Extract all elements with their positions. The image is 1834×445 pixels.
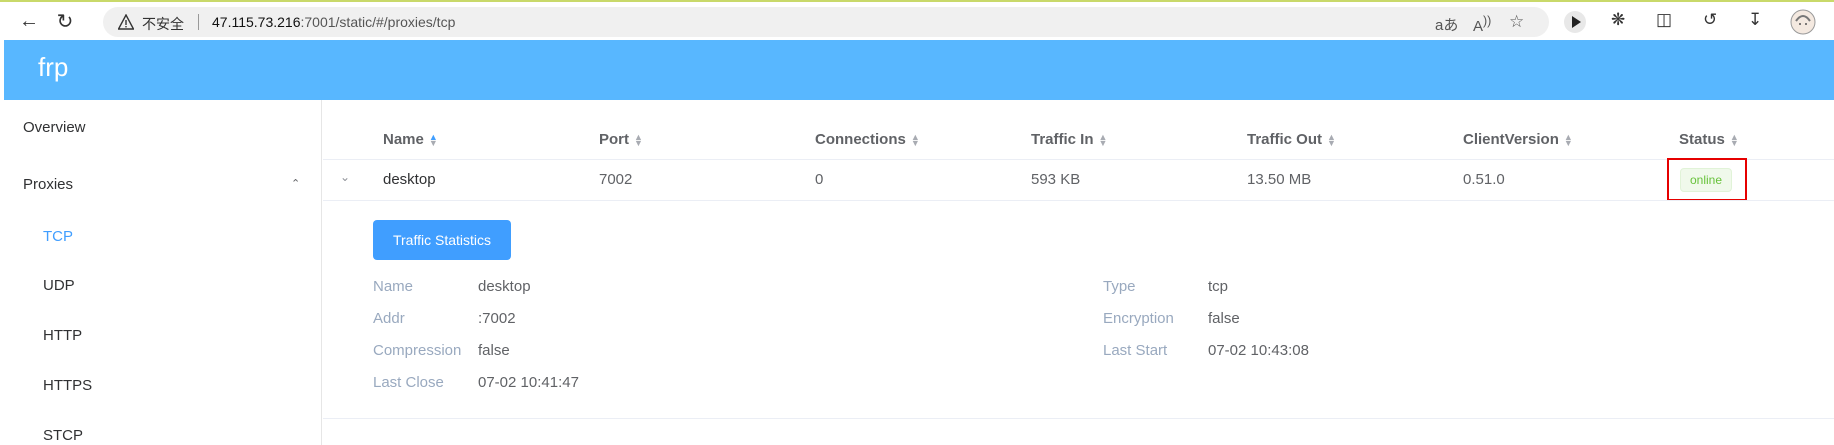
detail-value-encryption: false xyxy=(1208,310,1240,327)
translate-icon[interactable]: aあ xyxy=(1435,14,1458,35)
read-aloud-label: A xyxy=(1473,18,1484,35)
column-header-name[interactable]: Name ▲ ▼ xyxy=(383,131,438,148)
table-divider xyxy=(323,418,1834,419)
play-icon[interactable] xyxy=(1563,10,1587,34)
column-header-traffic-in[interactable]: Traffic In ▲ ▼ xyxy=(1031,131,1107,148)
sort-icon[interactable]: ▲ ▼ xyxy=(1327,133,1336,148)
detail-value-compression: false xyxy=(478,342,510,359)
header-label: Connections xyxy=(815,131,906,148)
chevron-up-icon[interactable]: ⌃ xyxy=(291,177,300,190)
address-bar[interactable]: 不安全 47.115.73.216:7001/static/#/proxies/… xyxy=(103,7,1549,37)
insecure-label[interactable]: 不安全 xyxy=(142,14,184,34)
sort-icon[interactable]: ▲ ▼ xyxy=(911,133,920,148)
column-header-port[interactable]: Port ▲ ▼ xyxy=(599,131,643,148)
cell-traffic-in: 593 KB xyxy=(1031,171,1081,188)
table-divider xyxy=(323,159,1834,160)
column-header-traffic-out[interactable]: Traffic Out ▲ ▼ xyxy=(1247,131,1336,148)
header-label: Name xyxy=(383,131,424,148)
detail-label-encryption: Encryption xyxy=(1103,310,1174,327)
detail-value-addr: :7002 xyxy=(478,310,516,327)
header-label: Traffic Out xyxy=(1247,131,1323,148)
sort-icon[interactable]: ▲ ▼ xyxy=(1099,133,1108,148)
column-header-status[interactable]: Status ▲ ▼ xyxy=(1679,131,1739,148)
sidebar-item-proxies[interactable]: Proxies xyxy=(23,176,73,193)
sidebar-item-stcp[interactable]: STCP xyxy=(43,427,83,444)
warning-icon[interactable] xyxy=(118,14,134,30)
favorite-star-icon[interactable]: ☆ xyxy=(1509,12,1524,32)
detail-value-type: tcp xyxy=(1208,278,1229,295)
sort-icon[interactable]: ▲ ▼ xyxy=(634,133,643,148)
detail-label-last-start: Last Start xyxy=(1103,342,1168,359)
column-header-client-version[interactable]: ClientVersion ▲ ▼ xyxy=(1463,131,1573,148)
sidebar-item-udp[interactable]: UDP xyxy=(43,277,75,294)
sort-icon[interactable]: ▲ ▼ xyxy=(1564,133,1573,148)
header-label: ClientVersion xyxy=(1463,131,1559,148)
highlight-box xyxy=(1667,158,1747,201)
cell-traffic-out: 13.50 MB xyxy=(1247,171,1312,188)
back-icon[interactable]: ← xyxy=(16,8,42,34)
cell-port: 7002 xyxy=(599,171,633,188)
table-divider xyxy=(323,200,1834,201)
detail-label-compression: Compression xyxy=(373,342,462,359)
read-aloud-icon[interactable]: A)) xyxy=(1473,14,1491,35)
header-label: Port xyxy=(599,131,629,148)
url-text[interactable]: 47.115.73.216:7001/static/#/proxies/tcp xyxy=(212,14,455,30)
header-label: Traffic In xyxy=(1031,131,1094,148)
url-path: :7001/static/#/proxies/tcp xyxy=(300,14,456,30)
browser-toolbar: ← ↻ 不安全 47.115.73.216:7001/static/#/prox… xyxy=(0,0,1834,40)
expand-chevron-icon[interactable]: ⌄ xyxy=(340,170,350,184)
extensions-icon[interactable]: ❋ xyxy=(1611,10,1625,30)
brand-title[interactable]: frp xyxy=(38,52,68,83)
detail-value-name: desktop xyxy=(478,278,531,295)
detail-label-type: Type xyxy=(1103,278,1136,295)
sidebar: Overview Proxies ⌃ TCP UDP HTTP HTTPS ST… xyxy=(0,100,322,445)
app-header: frp xyxy=(4,40,1834,100)
history-icon[interactable]: ↺ xyxy=(1703,10,1717,30)
sidebar-item-tcp[interactable]: TCP xyxy=(43,228,73,245)
sidebar-item-http[interactable]: HTTP xyxy=(43,327,82,344)
sort-icon[interactable]: ▲ ▼ xyxy=(1730,133,1739,148)
split-screen-icon[interactable]: ◫ xyxy=(1656,10,1672,30)
cell-client-version: 0.51.0 xyxy=(1463,171,1505,188)
cell-name: desktop xyxy=(383,171,436,188)
sidebar-item-overview[interactable]: Overview xyxy=(23,119,86,136)
refresh-icon[interactable]: ↻ xyxy=(52,8,78,34)
detail-label-addr: Addr xyxy=(373,310,405,327)
download-icon[interactable]: ↧ xyxy=(1748,10,1762,30)
detail-label-last-close: Last Close xyxy=(373,374,444,391)
address-separator xyxy=(198,14,199,30)
detail-label-name: Name xyxy=(373,278,414,295)
proxies-table: Name ▲ ▼ Port ▲ ▼ Connections ▲ ▼ Traffic In ▲ ▼… xyxy=(323,100,1834,445)
detail-value-last-close: 07-02 10:41:47 xyxy=(478,374,579,391)
profile-avatar[interactable] xyxy=(1790,9,1816,35)
traffic-statistics-button[interactable]: Traffic Statistics xyxy=(373,220,511,260)
column-header-connections[interactable]: Connections ▲ ▼ xyxy=(815,131,920,148)
sidebar-item-https[interactable]: HTTPS xyxy=(43,377,92,394)
url-host: 47.115.73.216 xyxy=(212,14,301,30)
cell-connections: 0 xyxy=(815,171,824,188)
detail-value-last-start: 07-02 10:43:08 xyxy=(1208,342,1309,359)
header-label: Status xyxy=(1679,131,1725,148)
sort-icon[interactable]: ▲ ▼ xyxy=(429,133,438,148)
